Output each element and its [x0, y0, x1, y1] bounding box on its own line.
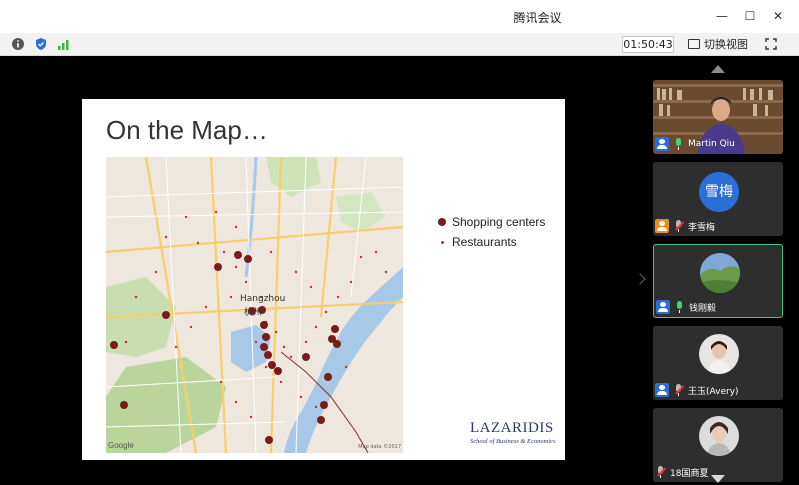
- legend-item-shopping: Shopping centers: [438, 212, 545, 232]
- map-label-hangzhou-cn: 杭州: [244, 308, 263, 318]
- avatar: [699, 416, 739, 456]
- window-title: 腾讯会议: [513, 11, 562, 25]
- participant-name-row: Martin Qiu: [655, 137, 735, 151]
- participant-name-row: 李雪梅: [655, 219, 715, 233]
- meeting-toolbar: 01:50:43 切换视图: [0, 33, 799, 56]
- microphone-icon: [673, 137, 685, 151]
- signal-icon[interactable]: [57, 37, 71, 51]
- map-label-hangzhou-en: Hangzhou: [240, 294, 286, 304]
- microphone-muted-icon: [655, 465, 667, 479]
- slide-title: On the Map…: [106, 115, 268, 145]
- legend-item-restaurants: Restaurants: [438, 232, 545, 252]
- logo-name: LAZARIDIS: [470, 420, 554, 436]
- meeting-timer: 01:50:43: [622, 36, 674, 53]
- switch-view-button[interactable]: 切换视图: [688, 36, 748, 53]
- scroll-up-arrow-icon[interactable]: [711, 65, 725, 73]
- user-icon: [655, 219, 669, 233]
- microphone-muted-icon: [673, 383, 685, 397]
- participant-tile[interactable]: 王玉(Avery): [653, 326, 783, 400]
- participant-tile-speaking[interactable]: 钱刚毅: [653, 244, 783, 318]
- shopping-center-marker: [438, 218, 446, 226]
- user-icon: [655, 383, 669, 397]
- switch-view-label: 切换视图: [704, 38, 748, 51]
- maximize-button[interactable]: ☐: [740, 7, 760, 25]
- participant-tile[interactable]: 雪梅 李雪梅: [653, 162, 783, 236]
- participant-name: 李雪梅: [688, 222, 716, 233]
- user-icon: [655, 137, 669, 151]
- minimize-button[interactable]: —: [712, 7, 732, 25]
- avatar: 雪梅: [699, 172, 739, 212]
- user-icon: [656, 300, 670, 314]
- logo-subtitle: School of Business & Economics: [470, 438, 556, 445]
- legend-label-shopping: Shopping centers: [452, 215, 546, 229]
- participant-name-row: 王玉(Avery): [655, 383, 739, 397]
- presentation-slide: On the Map… Hangzhou 杭州 Google Map data …: [82, 99, 565, 460]
- participant-name-row: 18国商夏: [655, 465, 708, 479]
- grid-view-icon: [688, 39, 700, 49]
- participant-name: Martin Qiu: [688, 139, 735, 149]
- hangzhou-map: Hangzhou 杭州 Google Map data ©2017: [106, 157, 403, 453]
- shared-screen: On the Map… Hangzhou 杭州 Google Map data …: [0, 56, 647, 485]
- scroll-down-arrow-icon[interactable]: [711, 475, 725, 483]
- title-bar: 腾讯会议 — ☐ ✕: [0, 0, 799, 33]
- info-icon[interactable]: [11, 37, 25, 51]
- avatar: [700, 253, 740, 293]
- avatar: [699, 334, 739, 374]
- microphone-icon: [674, 300, 686, 314]
- map-legend: Shopping centers Restaurants: [438, 212, 545, 252]
- participant-tile[interactable]: Martin Qiu: [653, 80, 783, 154]
- participant-sidebar: Martin Qiu 雪梅 李雪梅 钱刚毅 王玉(Avery) 18国商夏: [647, 56, 799, 485]
- lazaridis-logo: LAZARIDIS School of Business & Economics: [470, 420, 558, 454]
- microphone-muted-icon: [673, 219, 685, 233]
- map-data-attribution: Map data ©2017: [358, 444, 401, 450]
- restaurant-marker: [441, 241, 444, 244]
- participant-name-row: 钱刚毅: [656, 300, 716, 314]
- participant-name: 王玉(Avery): [688, 386, 739, 397]
- close-button[interactable]: ✕: [768, 7, 788, 25]
- legend-label-restaurants: Restaurants: [452, 235, 517, 249]
- participant-name: 18国商夏: [670, 468, 709, 479]
- participant-tile[interactable]: 18国商夏: [653, 408, 783, 482]
- shield-icon[interactable]: [34, 37, 48, 51]
- fullscreen-icon[interactable]: [765, 38, 777, 50]
- google-attribution: Google: [108, 441, 134, 450]
- participant-name: 钱刚毅: [689, 303, 717, 314]
